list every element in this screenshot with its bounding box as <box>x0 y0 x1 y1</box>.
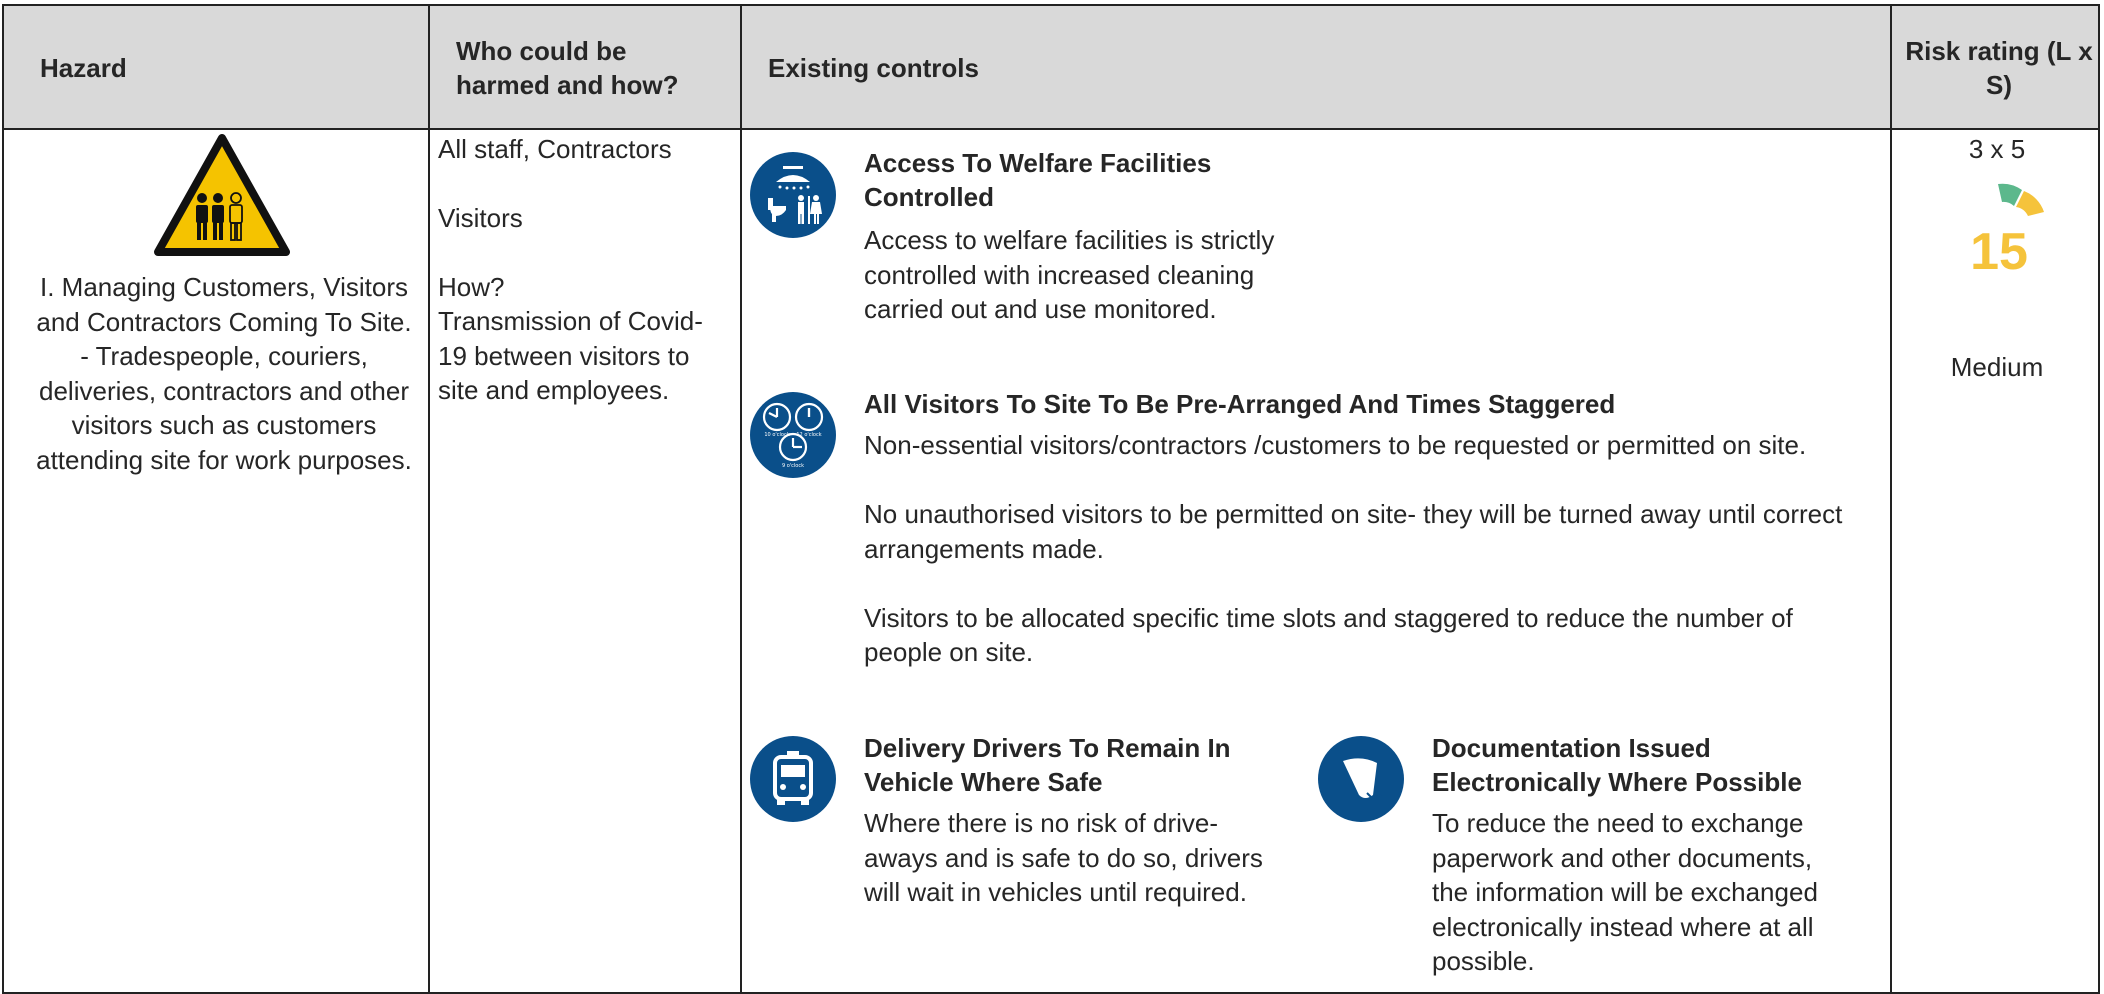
control-title: All Visitors To Site To Be Pre-Arranged … <box>864 389 1616 419</box>
header-who: Who could be harmed and how? <box>456 36 679 100</box>
hazard-description: I. Managing Customers, Visitors and Cont… <box>36 272 412 475</box>
document-icon <box>1318 736 1404 822</box>
control-title: Access To Welfare Facilities Controlled <box>864 148 1212 212</box>
header-hazard: Hazard <box>40 53 127 83</box>
column-divider <box>428 6 430 992</box>
vehicle-icon <box>750 736 836 822</box>
svg-text:9 o'clock: 9 o'clock <box>782 463 804 469</box>
warning-people-icon <box>154 134 290 256</box>
table-header: Hazard Who could be harmed and how? Exis… <box>4 6 2098 130</box>
risk-score: 15 <box>1970 223 2028 281</box>
control-title: Documentation Issued Electronically Wher… <box>1432 733 1802 797</box>
header-risk: Risk rating (L x S) <box>1905 36 2093 100</box>
control-body: Access to welfare facilities is strictly… <box>864 225 1275 324</box>
column-divider <box>740 6 742 992</box>
who-line-2: Visitors <box>438 203 523 233</box>
control-title: Delivery Drivers To Remain In Vehicle Wh… <box>864 733 1231 797</box>
who-line-1: All staff, Contractors <box>438 134 672 164</box>
welfare-facilities-icon <box>750 152 836 238</box>
who-how-label: How? <box>438 272 505 302</box>
header-controls: Existing controls <box>768 53 979 83</box>
staggered-clocks-icon: 10 o'clock 12 o'clock 9 o'clock <box>750 392 836 478</box>
svg-text:12 o'clock: 12 o'clock <box>796 432 821 438</box>
risk-level: Medium <box>1950 352 2044 382</box>
risk-calculation: 3 x 5 <box>1968 134 2026 164</box>
who-how-text: Transmission of Covid-19 between visitor… <box>438 306 703 405</box>
control-body: Non-essential visitors/contractors /cust… <box>864 430 1843 667</box>
control-body: To reduce the need to exchange paperwork… <box>1432 808 1818 976</box>
risk-assessment-page: Hazard Who could be harmed and how? Exis… <box>0 0 2104 994</box>
risk-assessment-table: Hazard Who could be harmed and how? Exis… <box>2 4 2100 994</box>
control-body: Where there is no risk of drive-aways an… <box>864 808 1263 907</box>
svg-text:10 o'clock: 10 o'clock <box>764 432 789 438</box>
